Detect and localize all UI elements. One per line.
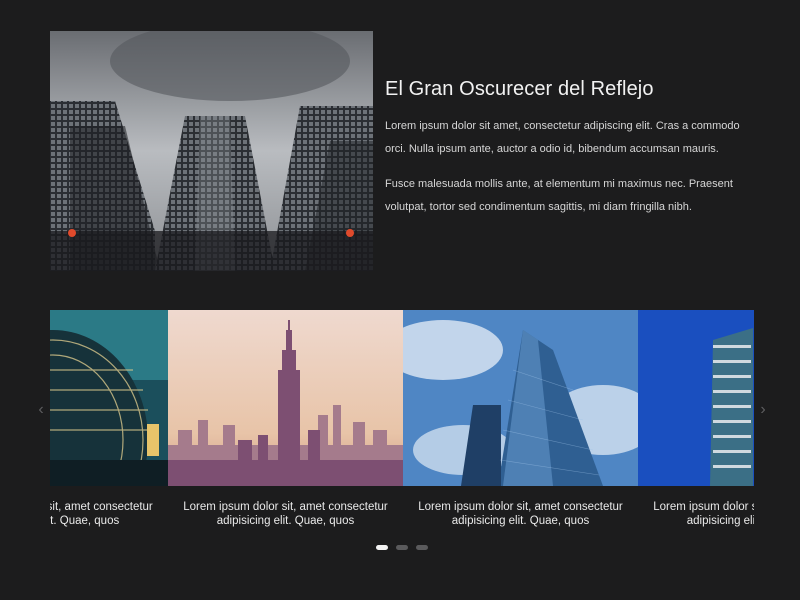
feature-paragraph-1: Lorem ipsum dolor sit amet, consectetur … [385,120,740,155]
slide-image [168,310,403,486]
skyline-photo [168,310,403,486]
slide-image [403,310,638,486]
carousel-pagination [376,545,428,551]
slide-caption: Lorem ipsum dolor sit, amet consectetur … [183,501,388,527]
chevron-left-icon[interactable]: ‹ [33,398,49,422]
image-carousel: Lorem ipsum dolor sit, amet consectetur … [0,310,800,560]
carousel-dot-2[interactable] [396,545,408,550]
carousel-viewport: Lorem ipsum dolor sit, amet consectetur … [50,310,754,540]
carousel-slide-highrise[interactable]: Lorem ipsum dolor sit, amet consectetur … [638,310,754,540]
carousel-slide-dome[interactable]: Lorem ipsum dolor sit, amet consectetur … [50,310,168,540]
glass-dome-photo [50,310,168,486]
slide-caption: Lorem ipsum dolor sit, amet consectetur … [418,501,623,527]
chevron-right-icon[interactable]: › [755,398,771,422]
skyscrapers-photo [50,31,373,271]
slide-image [638,310,754,486]
carousel-dot-1[interactable] [376,545,388,550]
feature-image [50,31,373,271]
carousel-dot-3[interactable] [416,545,428,550]
carousel-track[interactable]: Lorem ipsum dolor sit, amet consectetur … [50,310,754,540]
slide-caption: Lorem ipsum dolor sit, amet consectetur … [653,501,754,527]
glass-tower-photo [403,310,638,486]
carousel-slide-skyline[interactable]: Lorem ipsum dolor sit, amet consectetur … [168,310,403,540]
slide-caption: Lorem ipsum dolor sit, amet consectetur … [50,501,153,527]
slide-image [50,310,168,486]
feature-paragraph-2: Fusce malesuada mollis ante, at elementu… [385,178,733,213]
feature-title: El Gran Oscurecer del Reflejo [385,78,654,100]
feature-text: El Gran Oscurecer del Reflejo Lorem ipsu… [385,78,757,231]
highrise-photo [638,310,754,486]
carousel-slide-glass-tower[interactable]: Lorem ipsum dolor sit, amet consectetur … [403,310,638,540]
